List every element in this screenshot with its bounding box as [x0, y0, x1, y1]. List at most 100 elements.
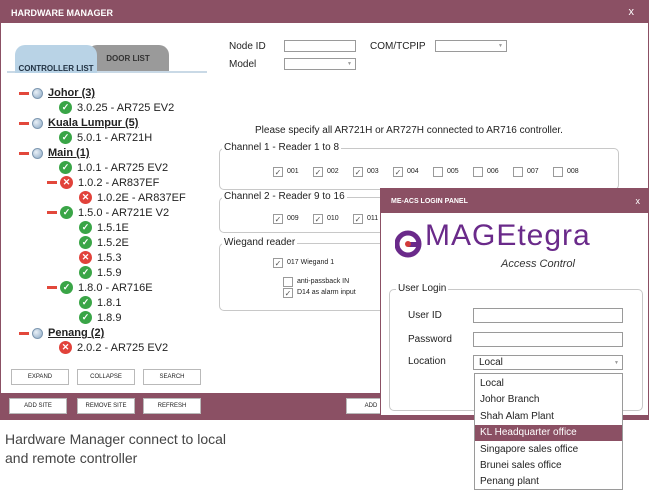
site-node[interactable]: Main (1) — [19, 147, 90, 159]
collapse-minus-icon[interactable] — [47, 211, 57, 214]
controller-node[interactable]: ✕ 1.0.2 - AR837EF — [47, 176, 159, 189]
node-label: 1.5.0 - AR721E V2 — [78, 206, 170, 219]
channel1-checkbox-002[interactable]: ✓ — [313, 167, 323, 177]
caption: Hardware Manager connect to local and re… — [5, 430, 226, 468]
node-label: Penang (2) — [48, 327, 105, 339]
location-option[interactable]: Local — [475, 376, 622, 392]
controller-node[interactable]: ✕ 1.0.2E - AR837EF — [79, 191, 186, 204]
node-label: 1.5.3 — [97, 251, 122, 264]
channel2-checkbox-011[interactable]: ✓ — [353, 214, 363, 224]
channel2-group: Channel 2 - Reader 9 to 16 ✓ 009 ✓ 010 ✓ 011 — [219, 191, 389, 233]
search-button[interactable]: SEARCH — [143, 369, 201, 385]
site-globe-icon — [32, 147, 43, 159]
user-id-field[interactable] — [473, 308, 623, 323]
offline-x-icon: ✕ — [60, 176, 73, 189]
collapse-minus-icon[interactable] — [19, 331, 29, 335]
controller-node[interactable]: ✓ 3.0.25 - AR725 EV2 — [59, 101, 174, 114]
location-select[interactable]: Local ▼ — [473, 355, 623, 370]
controller-tree: Johor (3) ✓ 3.0.25 - AR725 EV2 Kuala Lumpur… — [7, 71, 207, 365]
collapse-minus-icon[interactable] — [47, 286, 57, 289]
logo-subtitle: Access Control — [501, 258, 575, 270]
channel1-checkbox-006[interactable] — [473, 167, 483, 177]
model-label: Model — [229, 59, 257, 70]
location-option[interactable]: KL Headquarter office — [475, 425, 622, 442]
node-label: 5.0.1 - AR721H — [77, 131, 153, 144]
login-close-button[interactable]: x — [636, 189, 641, 213]
expand-button[interactable]: EXPAND — [11, 369, 69, 385]
instruction-text: Please specify all AR721H or AR727H conn… — [255, 125, 563, 136]
collapse-minus-icon[interactable] — [47, 181, 57, 184]
model-select[interactable]: ▼ — [284, 58, 356, 70]
controller-node[interactable]: ✓ 1.5.0 - AR721E V2 — [47, 206, 169, 219]
chevron-down-icon: ▼ — [498, 43, 503, 49]
channel1-checkbox-005[interactable] — [433, 167, 443, 177]
location-option[interactable]: Shah Alam Plant — [475, 409, 622, 425]
site-node[interactable]: Kuala Lumpur (5) — [19, 117, 138, 129]
node-label: 1.5.9 — [97, 266, 122, 279]
d14-checkbox[interactable]: ✓ — [283, 288, 293, 298]
channel1-title: Channel 1 - Reader 1 to 8 — [222, 142, 342, 153]
site-node[interactable]: Penang (2) — [19, 327, 104, 339]
user-login-title: User Login — [396, 283, 449, 294]
online-check-icon: ✓ — [79, 311, 92, 324]
chevron-down-icon: ▼ — [614, 360, 619, 366]
node-id-field[interactable] — [284, 40, 356, 52]
user-id-label: User ID — [408, 310, 442, 321]
offline-x-icon: ✕ — [79, 191, 92, 204]
controller-node[interactable]: ✓ 1.8.0 - AR716E — [47, 281, 153, 294]
channel2-checkbox-label: 011 — [367, 215, 379, 222]
remove-site-button[interactable]: REMOVE SITE — [77, 398, 135, 414]
location-option[interactable]: Brunei sales office — [475, 458, 622, 474]
collapse-button[interactable]: COLLAPSE — [77, 369, 135, 385]
location-option[interactable]: Penang plant — [475, 474, 622, 490]
channel1-checkbox-label: 005 — [447, 168, 459, 175]
com-tcpip-select[interactable]: ▼ — [435, 40, 507, 52]
controller-node[interactable]: ✕ 1.5.3 — [79, 251, 121, 264]
controller-node[interactable]: ✕ 2.0.2 - AR725 EV2 — [59, 341, 168, 354]
channel1-checkbox-label: 003 — [367, 168, 379, 175]
controller-node[interactable]: ✓ 1.5.2E — [79, 236, 129, 249]
controller-node[interactable]: ✓ 5.0.1 - AR721H — [59, 131, 152, 144]
controller-node[interactable]: ✓ 1.5.1E — [79, 221, 129, 234]
antipassback-checkbox[interactable] — [283, 277, 293, 287]
window-title: HARDWARE MANAGER — [1, 1, 648, 23]
collapse-minus-icon[interactable] — [19, 151, 29, 155]
channel1-group: Channel 1 - Reader 1 to 8 ✓ 001 ✓ 002 ✓ 003 ✓ 0… — [219, 142, 619, 190]
password-field[interactable] — [473, 332, 623, 347]
channel2-checkbox-010[interactable]: ✓ — [313, 214, 323, 224]
tab-door-list[interactable]: DOOR LIST — [87, 45, 169, 73]
wiegand-017-label: 017 Wiegand 1 — [287, 259, 335, 266]
location-option[interactable]: Singapore sales office — [475, 442, 622, 458]
collapse-minus-icon[interactable] — [19, 121, 29, 125]
node-label: 1.0.2 - AR837EF — [78, 176, 160, 189]
node-label: Kuala Lumpur (5) — [48, 117, 139, 129]
channel1-checkbox-label: 007 — [527, 168, 539, 175]
tab-controller-list[interactable]: CONTROLLER LIST — [15, 45, 97, 73]
window-close-button[interactable]: x — [629, 1, 635, 23]
node-label: 1.0.1 - AR725 EV2 — [77, 161, 169, 174]
channel2-checkbox-009[interactable]: ✓ — [273, 214, 283, 224]
node-id-label: Node ID — [229, 41, 266, 52]
channel1-checkbox-001[interactable]: ✓ — [273, 167, 283, 177]
channel1-checkbox-004[interactable]: ✓ — [393, 167, 403, 177]
location-option[interactable]: Johor Branch — [475, 392, 622, 408]
caption-line1: Hardware Manager connect to local — [5, 431, 227, 447]
tab-controller-list-label: CONTROLLER LIST — [18, 64, 94, 73]
wiegand-title: Wiegand reader — [222, 237, 298, 248]
controller-node[interactable]: ✓ 1.0.1 - AR725 EV2 — [59, 161, 168, 174]
controller-node[interactable]: ✓ 1.8.9 — [79, 311, 121, 324]
channel1-checkbox-003[interactable]: ✓ — [353, 167, 363, 177]
node-label: 2.0.2 - AR725 EV2 — [77, 341, 169, 354]
channel1-checkbox-008[interactable] — [553, 167, 563, 177]
controller-node[interactable]: ✓ 1.5.9 — [79, 266, 121, 279]
channel1-checkbox-007[interactable] — [513, 167, 523, 177]
add-site-button[interactable]: ADD SITE — [9, 398, 67, 414]
refresh-button[interactable]: REFRESH — [143, 398, 201, 414]
controller-node[interactable]: ✓ 1.8.1 — [79, 296, 121, 309]
wiegand-017-checkbox[interactable]: ✓ — [273, 258, 283, 268]
node-label: 3.0.25 - AR725 EV2 — [77, 101, 175, 114]
online-check-icon: ✓ — [79, 266, 92, 279]
chevron-down-icon: ▼ — [347, 61, 352, 67]
online-check-icon: ✓ — [79, 221, 92, 234]
node-label: 1.8.1 — [97, 296, 122, 309]
